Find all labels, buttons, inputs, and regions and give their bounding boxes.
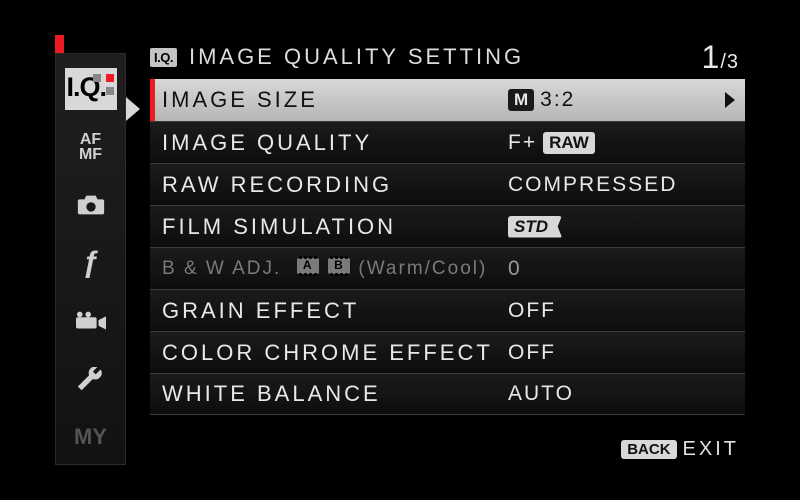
row-color-chrome-effect[interactable]: COLOR CHROME EFFECT OFF: [150, 331, 745, 373]
film-b-icon: B: [328, 258, 350, 274]
sidebar-item-afmf[interactable]: AF MF: [56, 118, 125, 176]
page-title: IMAGE QUALITY SETTING: [189, 44, 524, 70]
accent-bar: [55, 35, 64, 55]
exit-label: EXIT: [683, 438, 739, 461]
row-value: M 3:2: [508, 88, 575, 112]
back-badge[interactable]: BACK: [621, 440, 676, 459]
category-sidebar: I.Q. AF MF ƒ MY: [55, 53, 126, 465]
row-label: IMAGE QUALITY: [162, 130, 372, 156]
row-label: FILM SIMULATION: [162, 214, 396, 240]
my-menu-icon: MY: [74, 424, 107, 450]
size-badge: M: [508, 89, 534, 111]
wrench-icon: [76, 367, 106, 391]
afmf-icon: AF MF: [79, 132, 102, 162]
row-value: OFF: [508, 299, 556, 323]
movie-camera-icon: [76, 309, 106, 333]
camera-icon: [76, 193, 106, 217]
row-label: COLOR CHROME EFFECT: [162, 340, 493, 366]
row-image-quality[interactable]: IMAGE QUALITY F+ RAW: [150, 121, 745, 163]
chevron-right-icon: [725, 92, 735, 108]
row-label: IMAGE SIZE: [162, 87, 318, 113]
footer-hint: BACK EXIT: [621, 433, 739, 465]
settings-list: IMAGE SIZE M 3:2 IMAGE QUALITY F+ RAW RA…: [150, 79, 745, 415]
row-film-simulation[interactable]: FILM SIMULATION STD: [150, 205, 745, 247]
row-value: STD: [508, 216, 562, 238]
row-label: WHITE BALANCE: [162, 381, 381, 407]
row-raw-recording[interactable]: RAW RECORDING COMPRESSED: [150, 163, 745, 205]
row-image-size[interactable]: IMAGE SIZE M 3:2: [150, 79, 745, 121]
sidebar-item-shooting[interactable]: [56, 176, 125, 234]
row-label: RAW RECORDING: [162, 172, 392, 198]
panel-header: I.Q. IMAGE QUALITY SETTING 1/3: [150, 35, 745, 79]
flash-icon: ƒ: [82, 246, 99, 280]
row-value: F+ RAW: [508, 131, 595, 155]
row-value: COMPRESSED: [508, 173, 677, 197]
sidebar-item-iq[interactable]: I.Q.: [56, 60, 125, 118]
film-a-icon: A: [297, 258, 319, 274]
sidebar-item-flash[interactable]: ƒ: [56, 234, 125, 292]
row-value: AUTO: [508, 382, 574, 406]
row-grain-effect[interactable]: GRAIN EFFECT OFF: [150, 289, 745, 331]
row-label: GRAIN EFFECT: [162, 298, 359, 324]
header-badge: I.Q.: [150, 48, 177, 67]
page-indicator: 1/3: [702, 39, 739, 76]
row-value: 0: [508, 257, 522, 281]
row-label: B & W ADJ. A B (Warm/Cool): [162, 258, 487, 280]
settings-panel: I.Q. IMAGE QUALITY SETTING 1/3 IMAGE SIZ…: [150, 35, 745, 465]
row-bw-adj: B & W ADJ. A B (Warm/Cool) 0: [150, 247, 745, 289]
row-white-balance[interactable]: WHITE BALANCE AUTO: [150, 373, 745, 415]
sidebar-item-my[interactable]: MY: [56, 408, 125, 466]
iq-icon: I.Q.: [65, 68, 117, 110]
sidebar-item-movie[interactable]: [56, 292, 125, 350]
sidebar-selection-arrow-icon: [126, 97, 140, 121]
row-value: OFF: [508, 341, 556, 365]
std-badge: STD: [508, 216, 562, 238]
sidebar-item-setup[interactable]: [56, 350, 125, 408]
raw-badge: RAW: [543, 132, 595, 154]
